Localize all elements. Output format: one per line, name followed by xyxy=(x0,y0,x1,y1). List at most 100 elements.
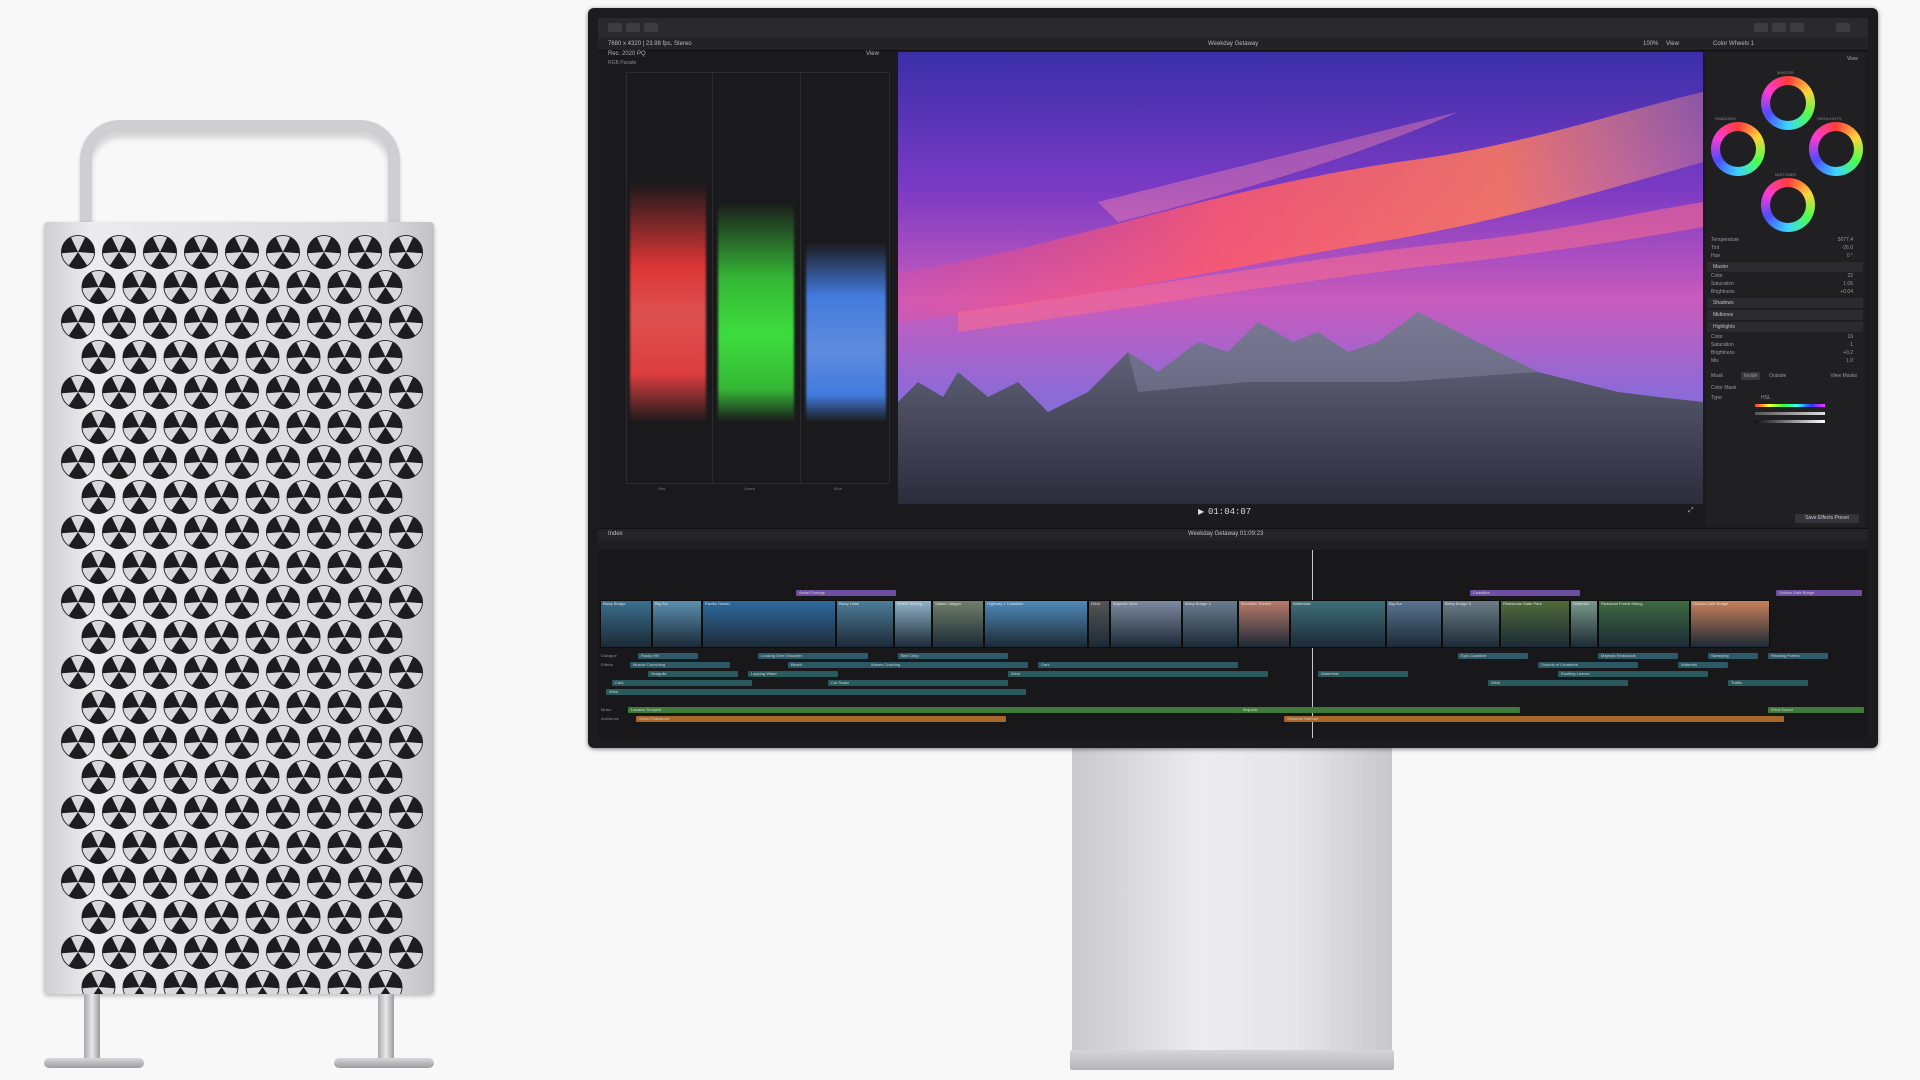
section-midtones[interactable]: Midtones xyxy=(1707,310,1863,320)
highlights-brightness-row[interactable]: Brightness +0.2 xyxy=(1711,349,1861,357)
timeline-audio-bar[interactable]: Lapping Water xyxy=(748,671,838,677)
keyword-button[interactable] xyxy=(626,23,640,32)
midtones-color-wheel[interactable] xyxy=(1761,178,1815,232)
timeline-ruler[interactable] xyxy=(598,540,1868,550)
timeline-clip[interactable]: Majestic View xyxy=(1110,600,1182,648)
timeline-audio-bar[interactable]: Wind Sound xyxy=(1768,707,1864,713)
timeline-index-button[interactable]: Index xyxy=(608,531,623,537)
hue-row[interactable]: Hue 0 ° xyxy=(1711,252,1861,260)
mask-outside-button[interactable]: Outside xyxy=(1769,372,1786,380)
highlights-saturation-row[interactable]: Saturation 1 xyxy=(1711,341,1861,349)
timeline-clip[interactable]: Bixby Bridge 2 xyxy=(1182,600,1238,648)
timeline-clip[interactable]: Redwoods State Park xyxy=(1500,600,1570,648)
shadows-color-wheel[interactable] xyxy=(1711,122,1765,176)
fullscreen-icon[interactable]: ⤢ xyxy=(1688,507,1694,515)
timeline-clip[interactable]: Bixby Bridge xyxy=(600,600,652,648)
timeline-clip[interactable]: Big Sur xyxy=(1386,600,1442,648)
layout-button-1[interactable] xyxy=(1754,23,1768,32)
play-icon[interactable]: ▶ xyxy=(1198,507,1204,516)
timeline-audio-bar[interactable]: Wind xyxy=(1008,671,1268,677)
timeline-audio-bar[interactable]: Bird Chirp xyxy=(898,653,1008,659)
timeline-audio-bar[interactable]: Sonic Endeavors xyxy=(636,716,1006,722)
timeline-audio-bar[interactable]: Wind xyxy=(606,689,1026,695)
timeline-clip[interactable]: Highway 1 Coastline xyxy=(984,600,1088,648)
inspector-view-menu[interactable]: View xyxy=(1847,56,1858,62)
luma-slider[interactable] xyxy=(1755,420,1825,423)
view-masks-menu[interactable]: View Masks xyxy=(1830,372,1857,380)
timeline-clip[interactable]: Redwood Forest Hiking xyxy=(1598,600,1690,648)
layout-button-2[interactable] xyxy=(1772,23,1786,32)
timeline-audio-bar[interactable]: Epic Coastline xyxy=(1458,653,1528,659)
audio-bar-label: Beach xyxy=(791,662,803,667)
layout-button-3[interactable] xyxy=(1790,23,1804,32)
timeline-clips[interactable]: Bixby Bridge Big Sur Pacific Ocean Bixby Ho… xyxy=(598,550,1868,738)
viewer-view-menu[interactable]: View xyxy=(1666,38,1679,50)
timeline-audio-bar[interactable]: Wind xyxy=(1488,680,1628,686)
timeline-audio-bar[interactable]: Cars xyxy=(1038,662,1238,668)
section-highlights[interactable]: Highlights xyxy=(1707,322,1863,332)
app-toolbar xyxy=(598,18,1868,39)
timeline-audio-bar[interactable]: Aerial Footage xyxy=(796,590,896,596)
color-mask-row[interactable]: Color Mask xyxy=(1711,384,1861,392)
clip-title: Waterfall xyxy=(1573,601,1589,606)
scopes-view-menu[interactable]: View xyxy=(866,51,879,57)
timeline-clip[interactable]: Waterfalls xyxy=(1290,600,1386,648)
timeline-clip[interactable]: Mountain Sunset xyxy=(1238,600,1290,648)
audio-bar-label: Cars xyxy=(615,680,624,685)
timeline-clip[interactable]: Bixby Hotel xyxy=(836,600,894,648)
master-color-wheel[interactable] xyxy=(1761,76,1815,130)
timeline-audio-bar[interactable]: Waves Crashing xyxy=(868,662,1028,668)
timeline-audio-bar[interactable]: Cars xyxy=(612,680,752,686)
final-cut-pro-window: 7680 x 4320 | 23.98 fps, Stereo Weekday … xyxy=(598,18,1868,738)
temperature-row[interactable]: Temperature 5077.4 xyxy=(1711,236,1861,244)
section-shadows[interactable]: Shadows xyxy=(1707,298,1863,308)
timeline-audio-bar[interactable]: Seagulls xyxy=(648,671,738,677)
master-color-row[interactable]: Color 22 xyxy=(1711,272,1861,280)
save-effects-preset-button[interactable]: Save Effects Preset xyxy=(1795,514,1859,523)
highlights-color-row[interactable]: Color 19 xyxy=(1711,333,1861,341)
hue-slider[interactable] xyxy=(1755,404,1825,407)
timeline-clip[interactable]: Bixby Bridge 3 xyxy=(1442,600,1500,648)
master-saturation-row[interactable]: Saturation 1.06 xyxy=(1711,280,1861,288)
audio-bar-label: Shimmer Harmon xyxy=(1287,716,1319,721)
timeline-audio-bar[interactable]: Coastline xyxy=(1470,590,1580,596)
timeline-clip[interactable]: Beach Surfing xyxy=(894,600,932,648)
section-master[interactable]: Master xyxy=(1707,262,1863,272)
timeline-clip[interactable]: Pacific Ocean xyxy=(702,600,836,648)
timeline-clip[interactable]: Big Sur xyxy=(652,600,702,648)
audio-bar-label: Rocky Hill xyxy=(641,653,659,658)
import-button[interactable] xyxy=(608,23,622,32)
timeline-audio-bar[interactable]: Majestic xyxy=(1240,707,1520,713)
timeline-clip[interactable]: Drive xyxy=(1088,600,1110,648)
timeline-clip[interactable]: Waterfall xyxy=(1570,600,1598,648)
timeline-audio-bar[interactable]: Shimmer Harmon xyxy=(1284,716,1784,722)
timeline-audio-bar[interactable]: Traffic xyxy=(1728,680,1808,686)
mask-inside-button[interactable]: Inside xyxy=(1741,372,1761,380)
saturation-slider[interactable] xyxy=(1755,412,1825,415)
grille-pattern xyxy=(61,235,423,994)
highlights-mix-row[interactable]: Mix 1.0 xyxy=(1711,357,1861,365)
timeline-audio-bar[interactable]: Muscle Crunching xyxy=(630,662,730,668)
timeline-audio-bar[interactable]: Car Radio xyxy=(828,680,1008,686)
timeline-audio-bar[interactable]: Majestic Redwoods xyxy=(1598,653,1678,659)
timeline-audio-bar[interactable]: Sweeping xyxy=(1708,653,1758,659)
highlights-color-wheel[interactable] xyxy=(1809,122,1863,176)
timeline-audio-bar[interactable]: Waterfalls xyxy=(1318,671,1408,677)
master-brightness-row[interactable]: Brightness +0.04 xyxy=(1711,288,1861,296)
timeline-audio-bar[interactable]: Rocky Hill xyxy=(638,653,698,659)
timeline-audio-bar[interactable]: Sounds of Creatures xyxy=(1538,662,1638,668)
share-button[interactable] xyxy=(1836,23,1850,32)
timeline-audio-bar[interactable]: Lazarus Tempest xyxy=(628,707,1248,713)
zoom-level[interactable]: 100% xyxy=(1643,38,1658,50)
timeline-audio-bar[interactable]: Looking Over Shoulder xyxy=(758,653,868,659)
timecode-display[interactable]: 01:04:07 xyxy=(1208,506,1251,518)
timeline-clip[interactable]: Station Wagon xyxy=(932,600,984,648)
timeline-audio-bar[interactable]: Reading Poems xyxy=(1768,653,1828,659)
timeline-audio-bar[interactable]: Waterfall xyxy=(1678,662,1728,668)
mask-type-row[interactable]: Type HSL xyxy=(1711,394,1861,402)
tint-row[interactable]: Tint -26.0 xyxy=(1711,244,1861,252)
timeline-clip[interactable]: Golden Gate Bridge xyxy=(1690,600,1770,648)
background-tasks-button[interactable] xyxy=(644,23,658,32)
timeline-audio-bar[interactable]: Rustling Leaves xyxy=(1558,671,1708,677)
timeline-audio-bar[interactable]: Golden Gate Bridge xyxy=(1776,590,1862,596)
